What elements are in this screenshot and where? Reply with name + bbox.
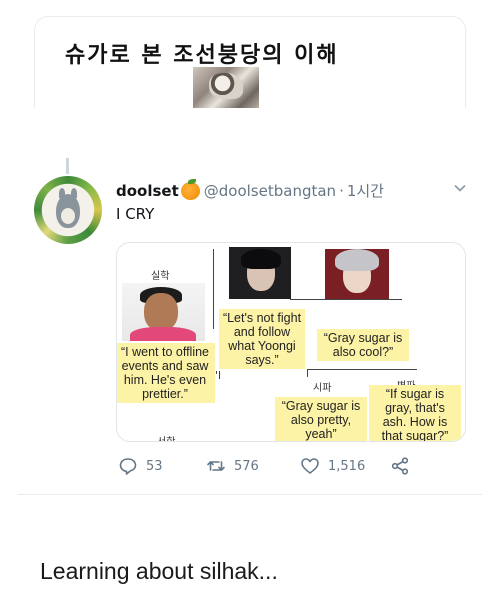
quoted-thumbnail[interactable] [193,67,259,108]
tweet-header: doolset @doolsetbangtan · 1시간 [116,178,384,201]
timestamp[interactable]: 1시간 [347,180,384,201]
caption-5: “If sugar is gray, that's ash. How is th… [369,385,461,441]
display-name[interactable]: doolset [116,182,179,200]
avatar[interactable] [34,176,102,244]
reply-button[interactable]: 53 [118,456,163,476]
divider [18,494,482,495]
retweet-button[interactable]: 576 [206,456,259,476]
chart-line [290,299,402,300]
quoted-title: 슈가로 본 조선붕당의 이해 [65,42,339,68]
label-silhak: 실학 [151,271,170,282]
photo-dark-hair [229,247,291,299]
label-mark: 'l [215,369,222,382]
caption-2: “Let's not fight and follow what Yoongi … [219,309,305,369]
retweet-icon [207,461,225,471]
label-sipa: 시파 [313,383,332,394]
heart-icon [301,458,319,474]
avatar-belly [61,208,75,224]
tweet-text: I CRY [116,205,155,223]
photo-namjoon [122,283,205,341]
photo-part [335,249,379,271]
chevron-down-icon[interactable] [453,181,467,195]
label-seohak: 서학 [157,433,175,441]
photo-part [130,327,196,341]
caption-4: “Gray sugar is also pretty, yeah” [275,397,367,441]
photo-part [241,249,281,269]
thread-line [66,158,69,174]
caption-1: “I went to offline events and saw him. H… [117,343,215,403]
chart-line [307,369,308,377]
orange-emoji-icon [180,178,200,200]
caption-3: “Gray sugar is also cool?” [317,329,409,361]
photo-part [144,293,178,331]
share-icon [391,457,409,475]
retweet-count: 576 [234,458,259,474]
like-count: 1,516 [328,458,366,474]
quoted-tweet-card[interactable]: 슈가로 본 조선붕당의 이해 [34,16,466,108]
meme-caption: Learning about silhak... [40,558,278,584]
like-button[interactable]: 1,516 [300,456,365,476]
tweet-media-image[interactable]: 실학 'l 시파 벽파 서학 “I went to offline events… [116,242,466,442]
chart-line [213,249,214,329]
reply-count: 53 [146,458,163,474]
chart-line [307,369,417,370]
avatar-creature [56,188,80,228]
user-handle[interactable]: @doolsetbangtan [204,182,336,200]
separator-dot: · [339,181,344,200]
share-button[interactable] [390,456,418,476]
reply-icon [119,458,137,475]
action-bar: 53 576 1,516 [116,456,416,480]
photo-gray-hair [325,249,389,299]
